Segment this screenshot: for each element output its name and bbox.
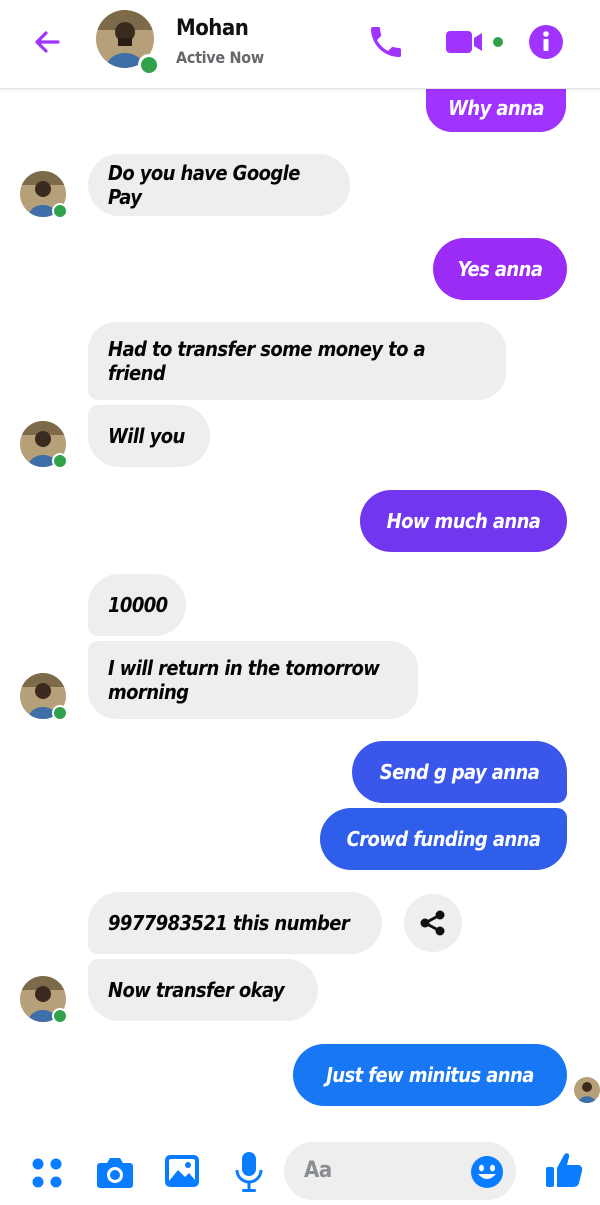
received-message[interactable]: Will you [88,405,210,467]
received-message[interactable]: Had to transfer some money to a friend [88,322,506,400]
sent-message[interactable]: Crowd funding anna [320,808,567,870]
share-icon [420,910,445,936]
menu-dots-icon[interactable] [30,1156,64,1190]
microphone-icon[interactable] [234,1150,264,1194]
message-input-placeholder: Aa [304,1158,332,1183]
active-status-dot [138,54,160,76]
back-arrow-icon[interactable] [28,24,68,60]
active-status-dot [52,705,68,721]
share-button[interactable] [404,894,462,952]
sent-message[interactable]: Send g pay anna [352,741,567,803]
sent-message[interactable]: Yes anna [433,238,567,300]
emoji-icon[interactable] [470,1155,504,1189]
received-message[interactable]: Do you have Google Pay [88,154,350,216]
info-icon[interactable] [528,24,564,60]
phone-icon[interactable] [366,22,406,62]
sent-message[interactable]: Just few minitus anna [293,1044,567,1106]
active-status: Active Now [176,48,264,67]
camera-icon[interactable] [96,1154,134,1190]
video-icon[interactable] [444,26,510,58]
conversation-header: Mohan Active Now [0,0,600,89]
contact-name[interactable]: Mohan [176,16,249,41]
image-icon[interactable] [164,1154,200,1188]
received-message[interactable]: Now transfer okay [88,959,318,1021]
active-status-dot [52,203,68,219]
received-message[interactable]: 10000 [88,574,186,636]
received-message[interactable]: I will return in the tomorrow morning [88,641,418,719]
active-status-dot [52,453,68,469]
active-status-dot [52,1008,68,1024]
sent-message[interactable]: How much anna [360,490,567,552]
seen-indicator-avatar [574,1077,600,1103]
thumbs-up-icon[interactable] [544,1150,584,1190]
received-message[interactable]: 9977983521 this number [88,892,382,954]
